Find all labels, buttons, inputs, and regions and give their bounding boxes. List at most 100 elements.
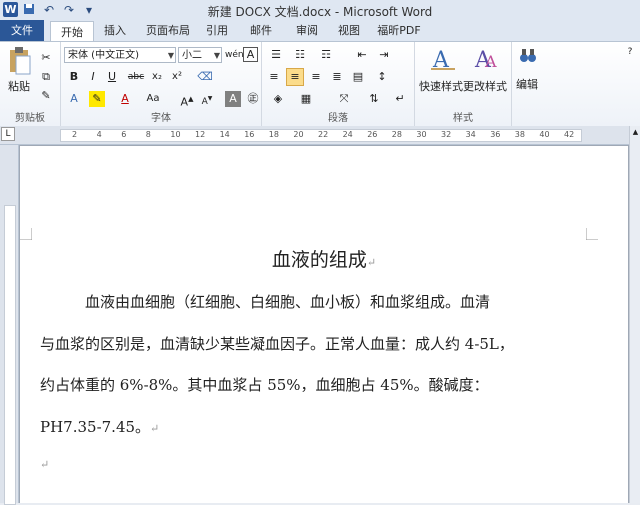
ruler-tick-label: 16 bbox=[244, 130, 255, 139]
tab-insert[interactable]: 插入 bbox=[98, 20, 132, 41]
font-size-combo[interactable]: 小二 ▼ bbox=[178, 47, 222, 63]
font-name-combo[interactable]: 宋体 (中文正文) ▼ bbox=[64, 47, 176, 63]
ruler-tick-label: 36 bbox=[490, 130, 501, 139]
ruler-tick-label: 24 bbox=[342, 130, 353, 139]
tab-view[interactable]: 视图 bbox=[332, 20, 366, 41]
tab-review[interactable]: 审阅 bbox=[290, 20, 324, 41]
quick-styles-icon[interactable]: A bbox=[429, 45, 457, 76]
font-size-value: 小二 bbox=[182, 50, 202, 61]
italic-icon[interactable]: I bbox=[85, 69, 101, 85]
document-paragraph-line: PH7.35-7.45。↵ bbox=[40, 416, 600, 437]
styles-group-label: 样式 bbox=[453, 113, 473, 124]
justify-icon[interactable]: ≣ bbox=[329, 69, 345, 85]
ruler-tick-label: 30 bbox=[416, 130, 427, 139]
ribbon-tabs: 文件 开始 插入 页面布局 引用 邮件 审阅 视图 福昕PDF bbox=[0, 20, 640, 42]
binoculars-icon[interactable] bbox=[518, 46, 538, 69]
change-styles-button[interactable]: 更改样式 bbox=[463, 78, 507, 94]
char-border-icon[interactable]: A bbox=[243, 47, 258, 62]
document-title-text: 血液的组成 bbox=[271, 249, 367, 271]
clear-formatting-icon[interactable]: ⌫ bbox=[197, 69, 213, 85]
document-paragraph-line: 与血浆的区别是，血清缺少某些凝血因子。正常人血量：成人约 4-5L， bbox=[40, 335, 514, 353]
tab-references[interactable]: 引用 bbox=[200, 20, 234, 41]
font-color-icon[interactable]: A bbox=[117, 91, 133, 107]
editing-button[interactable]: 编辑 bbox=[516, 76, 538, 92]
tab-foxit-pdf[interactable]: 福昕PDF bbox=[374, 20, 424, 41]
ruler-tick-label: 32 bbox=[441, 130, 452, 139]
margin-corner-top-left bbox=[20, 228, 32, 240]
ruler-tick-label: 14 bbox=[219, 130, 230, 139]
bullets-icon[interactable]: ☰ bbox=[268, 47, 284, 63]
ribbon: 粘贴 ✂ ⧉ ✎ 剪贴板 宋体 (中文正文) ▼ 小二 ▼ wén A B I U … bbox=[0, 41, 640, 127]
ruler-tick-label: 40 bbox=[539, 130, 550, 139]
char-shading-icon[interactable]: A bbox=[225, 91, 241, 107]
ruler-tick-label: 10 bbox=[170, 130, 181, 139]
distributed-icon[interactable]: ▤ bbox=[350, 69, 366, 85]
clipboard-group-label: 剪贴板 bbox=[15, 113, 45, 124]
enclose-char-icon[interactable]: ㊣ bbox=[245, 91, 261, 107]
paragraph-mark-icon: ↵ bbox=[366, 256, 377, 269]
multilevel-list-icon[interactable]: ☶ bbox=[318, 47, 334, 63]
subscript-icon[interactable]: x₂ bbox=[149, 69, 165, 85]
tab-page-layout[interactable]: 页面布局 bbox=[140, 20, 196, 41]
scroll-up-icon[interactable]: ▲ bbox=[630, 126, 640, 138]
highlight-icon[interactable]: ✎ bbox=[89, 91, 105, 107]
borders-icon[interactable]: ▦ bbox=[298, 91, 314, 107]
ruler-tick-label: 2 bbox=[72, 130, 78, 139]
editing-group: 编辑 bbox=[512, 42, 544, 126]
shrink-font-icon[interactable]: A▼ bbox=[199, 91, 215, 107]
paragraph-mark-icon: ↵ bbox=[150, 422, 160, 435]
bold-icon[interactable]: B bbox=[66, 69, 82, 85]
tab-selector-icon[interactable]: L bbox=[1, 127, 15, 141]
cut-icon[interactable]: ✂ bbox=[38, 50, 54, 66]
change-styles-icon[interactable]: AA bbox=[473, 45, 501, 76]
styles-group: A 快速样式 AA 更改样式 样式 bbox=[415, 42, 512, 126]
paste-button[interactable]: 粘贴 bbox=[8, 78, 30, 94]
copy-icon[interactable]: ⧉ bbox=[38, 69, 54, 85]
margin-corner-top-right bbox=[586, 228, 598, 240]
vertical-scrollbar[interactable]: ▲ bbox=[629, 126, 640, 503]
paragraph-mark-icon: ↵ bbox=[40, 458, 50, 471]
decrease-indent-icon[interactable]: ⇤ bbox=[354, 47, 370, 63]
format-painter-icon[interactable]: ✎ bbox=[38, 88, 54, 104]
superscript-icon[interactable]: x² bbox=[169, 69, 185, 85]
vertical-ruler-track bbox=[4, 205, 16, 505]
phonetic-guide-icon[interactable]: wén bbox=[225, 47, 244, 63]
grow-font-icon[interactable]: A▲ bbox=[179, 91, 195, 109]
window-title: 新建 DOCX 文档.docx - Microsoft Word bbox=[207, 5, 433, 19]
ruler-tick-label: 18 bbox=[268, 130, 279, 139]
help-icon[interactable]: ? bbox=[622, 44, 638, 60]
align-center-icon[interactable]: ≡ bbox=[286, 68, 304, 86]
paste-icon[interactable] bbox=[8, 46, 32, 79]
document-paragraph-text: PH7.35-7.45。 bbox=[40, 418, 151, 436]
text-effects-icon[interactable]: A bbox=[66, 91, 82, 107]
font-group: 宋体 (中文正文) ▼ 小二 ▼ wén A B I U abc x₂ x² ⌫ A… bbox=[61, 42, 262, 126]
sort-icon[interactable]: ⇅ bbox=[366, 91, 382, 107]
change-case-icon[interactable]: Aa bbox=[143, 91, 163, 107]
chevron-down-icon: ▼ bbox=[167, 51, 174, 60]
increase-indent-icon[interactable]: ⇥ bbox=[376, 47, 392, 63]
ruler-tick-label: 38 bbox=[514, 130, 525, 139]
align-left-icon[interactable]: ≡ bbox=[266, 69, 282, 85]
underline-icon[interactable]: U bbox=[104, 69, 120, 85]
tab-home[interactable]: 开始 bbox=[50, 21, 94, 42]
title-bar: W ↶ ↷ ▾ 新建 DOCX 文档.docx - Microsoft Word bbox=[0, 0, 640, 21]
ruler-tick-label: 20 bbox=[293, 130, 304, 139]
align-right-icon[interactable]: ≡ bbox=[308, 69, 324, 85]
document-title: 血液的组成↵ bbox=[20, 245, 628, 272]
quick-styles-button[interactable]: 快速样式 bbox=[419, 78, 463, 94]
svg-text:A: A bbox=[484, 52, 497, 71]
document-paragraph-line: 约占体重的 6%-8%。其中血浆占 55%，血细胞占 45%。酸碱度： bbox=[40, 376, 489, 394]
tab-mailings[interactable]: 邮件 bbox=[244, 20, 278, 41]
horizontal-ruler[interactable]: L 2 4 6 8 10 12 14 16 18 20 22 24 26 28 30 32 34 36 38 40 42 bbox=[0, 126, 640, 145]
strikethrough-icon[interactable]: abc bbox=[126, 69, 146, 85]
ruler-tick-label: 42 bbox=[564, 130, 575, 139]
paragraph-group: ☰ ☷ ☶ ⇤ ⇥ ≡ ≡ ≡ ≣ ▤ ↕ ◈ ▦ ⤧ ⇅ ↵ 段落 bbox=[262, 42, 415, 126]
tab-file[interactable]: 文件 bbox=[0, 20, 44, 41]
shading-icon[interactable]: ◈ bbox=[270, 91, 286, 107]
chinese-layout-icon[interactable]: ⤧ bbox=[336, 91, 352, 107]
show-marks-icon[interactable]: ↵ bbox=[392, 91, 408, 107]
ruler-tick-label: 22 bbox=[318, 130, 329, 139]
document-page[interactable]: 血液的组成↵ 血液由血细胞（红细胞、白细胞、血小板）和血浆组成。血清 与血浆的区… bbox=[20, 146, 628, 503]
line-spacing-icon[interactable]: ↕ bbox=[374, 69, 390, 85]
numbering-icon[interactable]: ☷ bbox=[292, 47, 308, 63]
